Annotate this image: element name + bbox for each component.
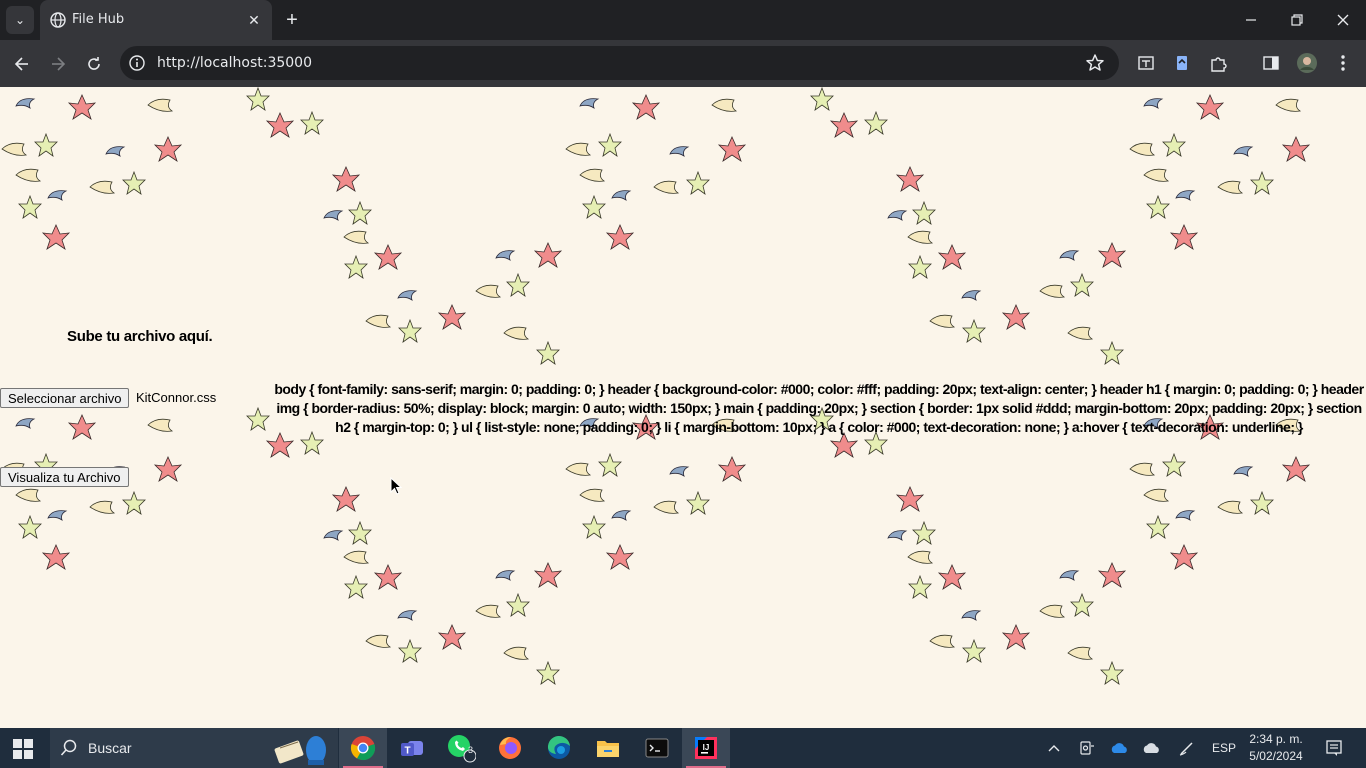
- tray-onedrive-blue[interactable]: [1108, 728, 1132, 768]
- browser-tab[interactable]: File Hub ✕: [40, 0, 272, 40]
- side-panel-icon[interactable]: [1260, 52, 1282, 74]
- taskbar-chrome[interactable]: [339, 728, 387, 768]
- firefox-icon: [499, 737, 521, 759]
- chevron-down-icon: ⌄: [14, 13, 26, 27]
- notification-icon: [1326, 740, 1342, 756]
- taskbar-file-explorer[interactable]: [584, 728, 632, 768]
- extensions-puzzle-icon[interactable]: [1207, 52, 1229, 74]
- close-window-button[interactable]: [1320, 0, 1366, 40]
- arrow-right-icon: [52, 57, 66, 71]
- windows-taskbar: Buscar T 3 IJ ESP 2:34 p. m. 5/02/2024: [0, 728, 1366, 768]
- tab-title: File Hub: [72, 12, 125, 27]
- browser-toolbar: http://localhost:35000: [0, 40, 1366, 87]
- svg-text:T: T: [404, 746, 410, 757]
- edge-icon: [547, 735, 570, 759]
- taskbar-teams[interactable]: T: [388, 728, 436, 768]
- notifications-button[interactable]: [1320, 728, 1348, 768]
- file-content-display: body { font-family: sans-serif; margin: …: [274, 381, 1364, 435]
- new-tab-button[interactable]: +: [280, 8, 304, 32]
- web-page: Sube tu archivo aquí. Seleccionar archiv…: [0, 87, 1366, 728]
- address-bar[interactable]: http://localhost:35000: [120, 46, 1119, 80]
- upload-extension-icon[interactable]: [1171, 52, 1193, 74]
- search-icon: [60, 739, 77, 756]
- clock-time: 2:34 p. m.: [1249, 732, 1303, 746]
- profile-avatar[interactable]: [1296, 52, 1318, 74]
- teams-icon: T: [401, 741, 423, 757]
- site-info-icon[interactable]: [128, 54, 146, 72]
- language-indicator[interactable]: ESP: [1208, 728, 1240, 768]
- windows-start-icon[interactable]: [12, 738, 34, 760]
- pen-icon: [1179, 742, 1193, 756]
- reload-icon: [88, 57, 100, 70]
- bookmark-star-icon[interactable]: [1085, 53, 1105, 73]
- taskbar-terminal[interactable]: [633, 728, 681, 768]
- translate-extension-icon[interactable]: [1135, 52, 1157, 74]
- mouse-cursor-icon: [390, 477, 402, 495]
- browser-tab-bar: ⌄ File Hub ✕ +: [0, 0, 1366, 40]
- taskbar-whatsapp[interactable]: 3: [437, 728, 485, 768]
- chrome-icon: [350, 736, 376, 761]
- tray-onedrive-white[interactable]: [1140, 728, 1164, 768]
- terminal-icon: [645, 738, 669, 758]
- close-tab-icon[interactable]: ✕: [244, 10, 264, 30]
- globe-icon: [50, 12, 66, 28]
- restore-icon: [1291, 14, 1303, 26]
- clock-date: 5/02/2024: [1249, 749, 1303, 763]
- folder-icon: [597, 741, 619, 757]
- close-icon: [1337, 14, 1349, 26]
- more-menu-icon[interactable]: [1332, 52, 1354, 74]
- taskbar-intellij[interactable]: IJ: [682, 728, 730, 768]
- tray-meet-now[interactable]: [1076, 728, 1098, 768]
- cloud-icon: [1143, 743, 1159, 753]
- search-highlight-illustration-icon: [274, 736, 326, 765]
- whatsapp-badge: 3: [468, 745, 474, 755]
- show-hidden-icons-button[interactable]: [1042, 728, 1066, 768]
- reload-button[interactable]: [80, 50, 108, 78]
- intellij-icon: IJ: [695, 737, 717, 759]
- camera-icon: [1080, 741, 1094, 755]
- tab-search-button[interactable]: ⌄: [6, 6, 34, 34]
- chevron-up-icon: [1048, 745, 1060, 752]
- minimize-button[interactable]: [1228, 0, 1274, 40]
- arrow-left-icon: [14, 57, 28, 71]
- svg-text:IJ: IJ: [703, 743, 710, 752]
- onedrive-cloud-icon: [1111, 743, 1127, 753]
- upload-heading: Sube tu archivo aquí.: [67, 328, 213, 345]
- view-file-button[interactable]: Visualiza tu Archivo: [0, 467, 129, 487]
- url-text[interactable]: http://localhost:35000: [157, 55, 312, 71]
- taskbar-firefox[interactable]: [486, 728, 534, 768]
- select-file-button[interactable]: Seleccionar archivo: [0, 388, 130, 408]
- search-placeholder: Buscar: [88, 740, 132, 756]
- taskbar-search[interactable]: Buscar: [50, 728, 338, 768]
- taskbar-clock[interactable]: 2:34 p. m. 5/02/2024: [1243, 731, 1309, 765]
- tray-pen-menu[interactable]: [1174, 728, 1200, 768]
- forward-button[interactable]: [44, 50, 72, 78]
- taskbar-edge[interactable]: [535, 728, 583, 768]
- selected-file-name: KitConnor.css: [136, 390, 217, 405]
- restore-button[interactable]: [1274, 0, 1320, 40]
- back-button[interactable]: [8, 50, 36, 78]
- minimize-icon: [1246, 19, 1256, 21]
